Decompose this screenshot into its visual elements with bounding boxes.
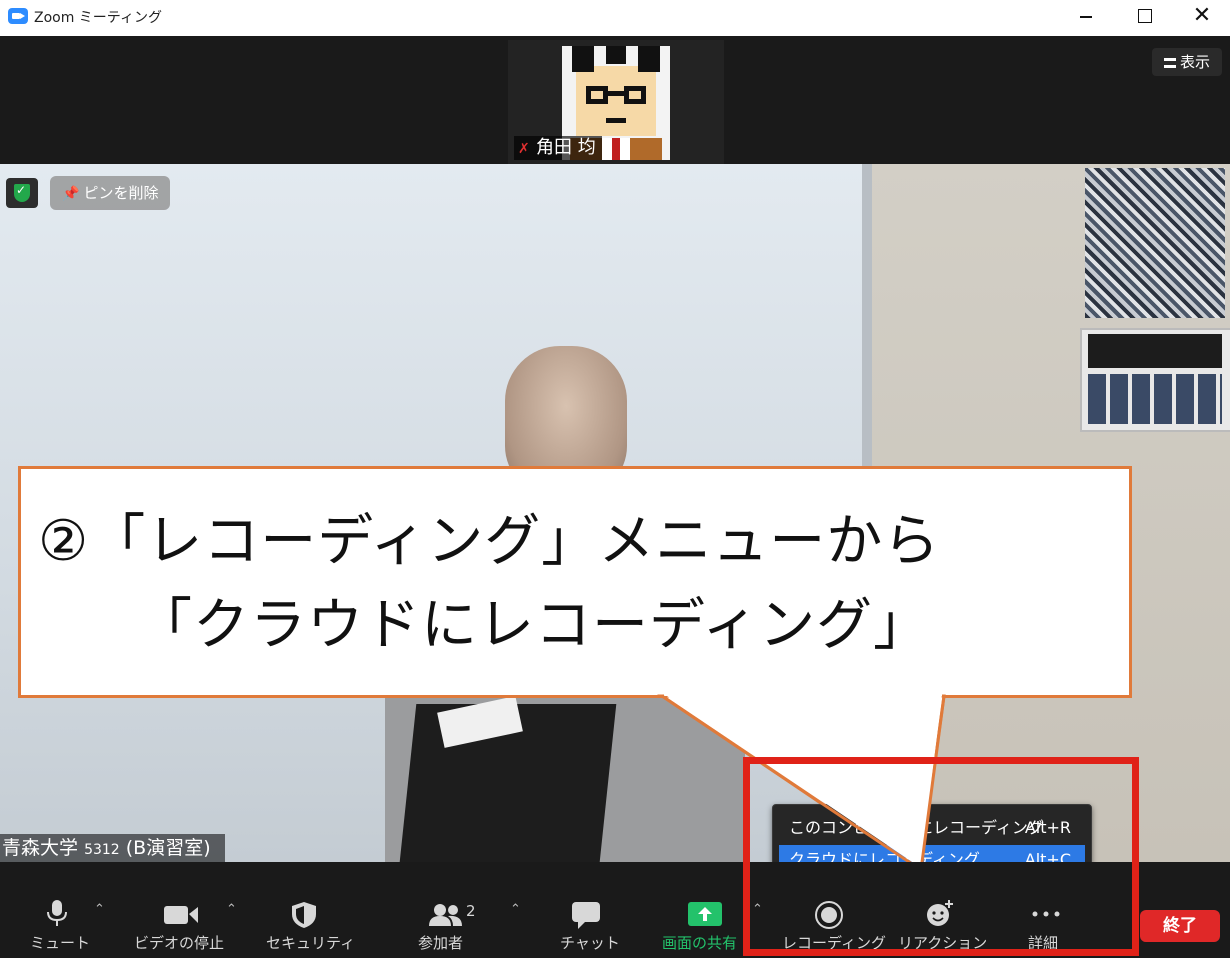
shield-check-icon	[14, 183, 30, 202]
pin-icon: 📌	[62, 186, 80, 202]
menu-item-label: このコンピュータにレコーディング	[789, 818, 1044, 837]
share-options-caret[interactable]: ⌃	[752, 902, 763, 917]
wall-poster	[1085, 168, 1225, 318]
recording-button[interactable]: レコーディング	[782, 932, 886, 953]
zoom-logo-icon	[8, 8, 28, 24]
room-name: 青森大学	[2, 837, 79, 859]
minimize-icon	[1080, 16, 1092, 18]
chat-button[interactable]: チャット	[560, 932, 620, 953]
encryption-shield-button[interactable]	[6, 178, 38, 208]
menu-item-record-local[interactable]: このコンピュータにレコーディング Alt+R	[779, 813, 1085, 843]
participants-button[interactable]: 参加者	[418, 932, 463, 953]
participant-name-tag: ✗ 角田 均	[514, 136, 602, 160]
grid-icon	[1163, 57, 1176, 68]
microphone-icon[interactable]	[44, 898, 70, 928]
close-icon: ✕	[1192, 3, 1212, 28]
video-options-caret[interactable]: ⌃	[226, 902, 237, 917]
participant-name: 角田 均	[536, 137, 596, 158]
video-camera-icon[interactable]	[164, 904, 200, 926]
participants-count: 2	[466, 902, 476, 920]
room-name-tag: 青森大学 5312 (B演習室)	[0, 834, 225, 862]
reaction-smiley-icon[interactable]	[924, 898, 956, 928]
mic-muted-icon: ✗	[518, 141, 530, 157]
window-title: Zoom ミーティング	[34, 10, 162, 26]
maximize-icon	[1138, 9, 1152, 23]
security-button[interactable]: セキュリティ	[266, 932, 355, 953]
record-icon[interactable]	[814, 900, 844, 930]
callout-text-line1: ②「レコーディング」メニューから	[38, 509, 941, 574]
more-button[interactable]: 詳細	[1028, 932, 1058, 953]
view-button-label: 表示	[1179, 53, 1210, 71]
share-screen-icon[interactable]	[688, 902, 722, 928]
room-type: (B演習室)	[125, 837, 211, 859]
participant-thumbnail[interactable]: ✗ 角田 均	[508, 40, 724, 164]
mute-button[interactable]: ミュート	[30, 932, 90, 953]
more-dots-icon[interactable]	[1030, 908, 1062, 920]
maximize-button[interactable]	[1116, 0, 1172, 32]
unpin-button[interactable]: 📌 ピンを削除	[50, 176, 170, 210]
minimize-button[interactable]	[1058, 0, 1114, 32]
title-bar: Zoom ミーティング ✕	[0, 0, 1230, 36]
participants-icon[interactable]	[428, 902, 464, 928]
menu-item-shortcut: Alt+R	[1024, 818, 1071, 837]
security-shield-icon[interactable]	[290, 900, 318, 930]
callout-text-line2: 「クラウドにレコーディング」	[136, 593, 931, 658]
room-number: 5312	[84, 842, 120, 858]
end-meeting-button[interactable]: 終了	[1140, 910, 1220, 942]
unpin-label: ピンを削除	[83, 184, 159, 202]
mute-options-caret[interactable]: ⌃	[94, 902, 105, 917]
chat-bubble-icon[interactable]	[570, 900, 602, 930]
view-button[interactable]: 表示	[1152, 48, 1222, 76]
reactions-button[interactable]: リアクション	[898, 932, 987, 953]
stop-video-button[interactable]: ビデオの停止	[134, 932, 224, 953]
participants-options-caret[interactable]: ⌃	[510, 902, 521, 917]
share-screen-button[interactable]: 画面の共有	[662, 932, 737, 953]
wall-calendar	[1080, 328, 1230, 432]
close-button[interactable]: ✕	[1174, 0, 1230, 32]
